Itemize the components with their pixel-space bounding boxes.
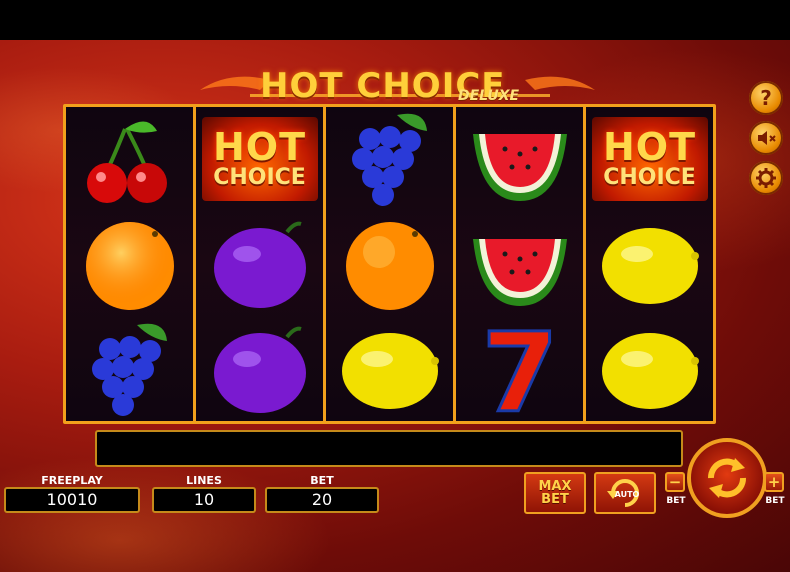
symbol-grapes <box>66 316 193 421</box>
lines-value: 10 <box>152 487 256 513</box>
hot-choice-word-1: HOT <box>212 125 307 170</box>
reel-3 <box>326 107 453 421</box>
watermelon-icon <box>472 134 567 202</box>
hot-choice-word-2: CHOICE <box>213 165 306 191</box>
reel-4: 7 <box>456 107 583 421</box>
grapes-icon <box>91 323 167 416</box>
settings-button[interactable] <box>749 161 783 195</box>
spin-arrows-icon <box>707 458 747 498</box>
bet-decrease-caption: BET <box>666 496 686 506</box>
speaker-muted-icon <box>758 131 776 145</box>
auto-label: AUTO <box>615 490 640 499</box>
minus-icon: − <box>665 472 685 492</box>
plus-icon: + <box>764 472 784 492</box>
reel-5: HOT CHOICE <box>586 107 713 421</box>
hot-choice-tile: HOT CHOICE <box>201 117 318 202</box>
bet-panel: BET 20 <box>265 474 379 513</box>
gear-icon <box>756 168 776 188</box>
seven-icon: 7 <box>480 319 560 419</box>
hot-choice-word-1: HOT <box>602 125 697 170</box>
hot-choice-word-2: CHOICE <box>603 165 696 191</box>
auto-spin-icon: AUTO <box>607 479 640 507</box>
symbol-plum <box>196 316 323 421</box>
auto-button[interactable]: AUTO <box>594 472 656 514</box>
lemon-icon <box>601 228 699 304</box>
message-bar <box>95 430 683 467</box>
symbol-lemon <box>586 316 713 421</box>
orange-icon <box>345 222 434 310</box>
spin-button[interactable] <box>687 438 767 518</box>
orange-icon <box>85 222 174 310</box>
help-icon: ? <box>760 86 772 110</box>
plum-icon <box>213 221 306 308</box>
symbol-seven: 7 <box>456 316 583 421</box>
lemon-icon <box>341 332 439 409</box>
symbol-plum <box>196 212 323 317</box>
symbol-lemon <box>586 212 713 317</box>
reel-2: HOT CHOICE <box>196 107 323 421</box>
symbol-hot-choice: HOT CHOICE <box>586 107 713 212</box>
grapes-icon <box>351 114 427 207</box>
reel-1 <box>66 107 193 421</box>
bet-increase-button[interactable]: + BET <box>764 472 786 514</box>
help-button[interactable]: ? <box>749 81 783 115</box>
symbol-grapes <box>326 107 453 212</box>
symbol-watermelon <box>456 212 583 317</box>
freeplay-label: FREEPLAY <box>41 474 103 487</box>
hot-choice-tile: HOT CHOICE <box>591 117 708 202</box>
max-bet-line-2: BET <box>541 492 569 507</box>
freeplay-panel: FREEPLAY 10010 <box>4 474 140 513</box>
symbol-orange <box>326 212 453 317</box>
bet-decrease-button[interactable]: − BET <box>665 472 687 514</box>
symbol-lemon <box>326 316 453 421</box>
reels-frame: HOT CHOICE 7 HOT CHOICE <box>63 104 716 424</box>
lines-panel: LINES 10 <box>152 474 256 513</box>
lemon-icon <box>601 332 699 409</box>
bet-label: BET <box>310 474 334 487</box>
bet-value: 20 <box>265 487 379 513</box>
lines-label: LINES <box>186 474 222 487</box>
symbol-watermelon <box>456 107 583 212</box>
sound-button[interactable] <box>749 121 783 155</box>
symbol-hot-choice: HOT CHOICE <box>196 107 323 212</box>
plum-icon <box>213 326 306 413</box>
game-logo: HOT CHOICE DELUXE <box>200 60 595 110</box>
logo-subtitle: DELUXE <box>458 88 520 104</box>
cherries-icon <box>86 121 167 204</box>
bet-increase-caption: BET <box>765 496 785 506</box>
freeplay-value: 10010 <box>4 487 140 513</box>
symbol-orange <box>66 212 193 317</box>
symbol-cherries <box>66 107 193 212</box>
top-letterbox <box>0 0 790 40</box>
seven-glyph: 7 <box>481 319 558 419</box>
max-bet-button[interactable]: MAX BET <box>524 472 586 514</box>
watermelon-icon <box>472 239 567 306</box>
